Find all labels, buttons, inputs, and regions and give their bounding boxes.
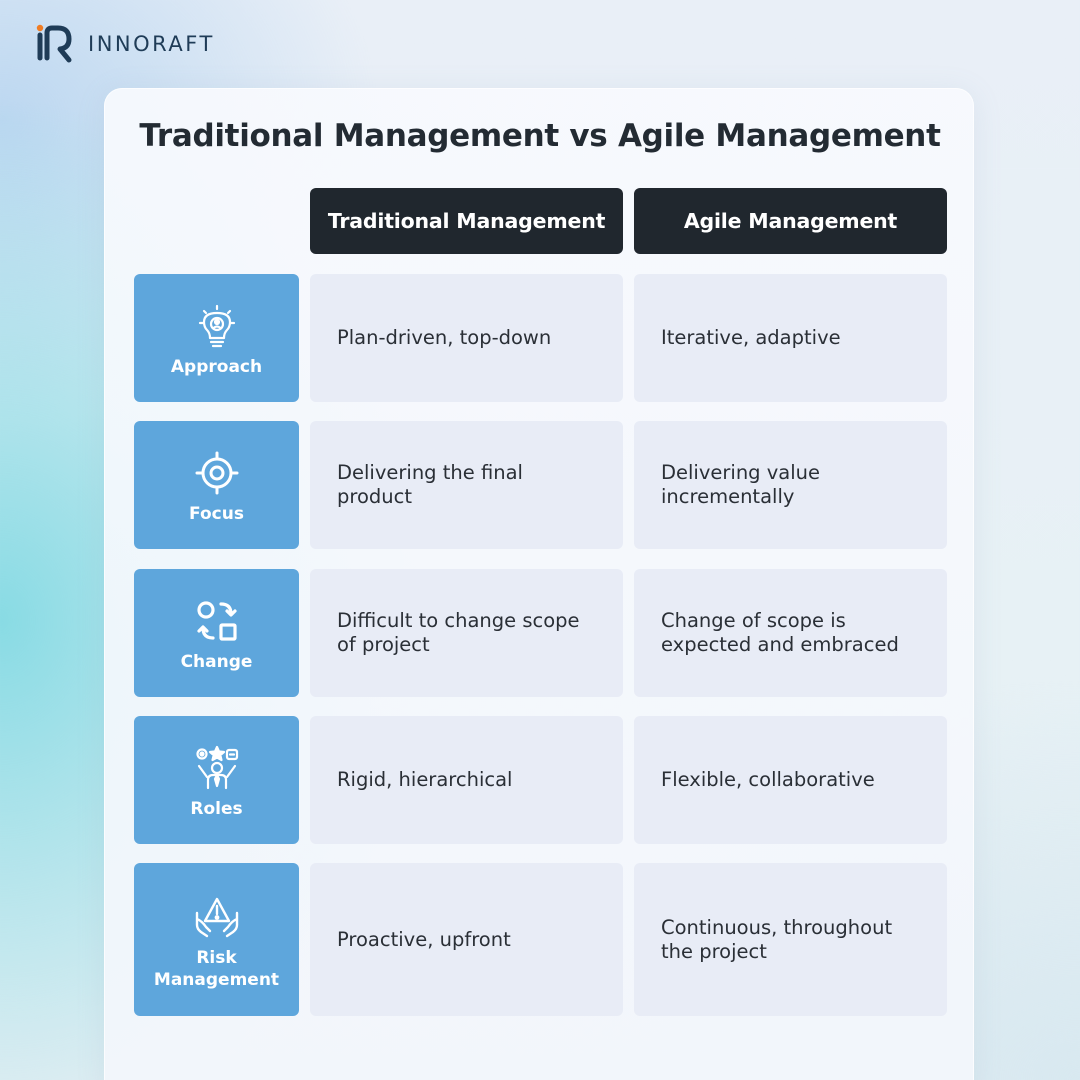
cell-text: Plan-driven, top-down <box>337 326 552 349</box>
column-header-traditional: Traditional Management <box>310 188 623 254</box>
cell-traditional-approach: Plan-driven, top-down <box>310 274 623 402</box>
cell-text: Delivering the final product <box>337 461 523 508</box>
page-title: Traditional Management vs Agile Manageme… <box>139 118 941 154</box>
cell-agile-focus: Delivering value incrementally <box>634 421 947 549</box>
cell-agile-change: Change of scope is expected and embraced <box>634 569 947 697</box>
row-label-roles: Roles <box>134 716 299 844</box>
cell-text: Change of scope is expected and embraced <box>661 609 899 656</box>
innoraft-logo-icon <box>36 24 72 63</box>
cell-text: Proactive, upfront <box>337 927 511 951</box>
cell-traditional-roles: Rigid, hierarchical <box>310 716 623 844</box>
row-label-text: Roles <box>190 799 243 819</box>
cell-text: Difficult to change scope of project <box>337 609 580 656</box>
target-icon <box>195 451 238 495</box>
cell-agile-risk-management: Continuous, throughout the project <box>634 863 947 1016</box>
cell-text: Rigid, hierarchical <box>337 768 513 791</box>
cell-text: Delivering value incrementally <box>661 461 821 508</box>
row-label-focus: Focus <box>134 421 299 549</box>
shapes-swap-icon <box>196 601 237 641</box>
brand-name: INNORAFT <box>88 32 215 56</box>
cell-traditional-change: Difficult to change scope of project <box>310 569 623 697</box>
cell-text: Continuous, throughout the project <box>661 915 893 963</box>
cell-traditional-risk-management: Proactive, upfront <box>310 863 623 1016</box>
cell-text: Flexible, collaborative <box>661 768 875 791</box>
person-roles-icon <box>195 745 238 790</box>
row-label-text: Risk Management <box>153 947 280 990</box>
row-label-text: Focus <box>189 504 244 524</box>
cell-agile-approach: Iterative, adaptive <box>634 274 947 402</box>
lightbulb-gear-icon <box>198 304 235 348</box>
row-label-text: Change <box>180 652 253 672</box>
cell-traditional-focus: Delivering the final product <box>310 421 623 549</box>
row-label-change: Change <box>134 569 299 697</box>
hands-warning-icon <box>195 897 238 937</box>
cell-agile-roles: Flexible, collaborative <box>634 716 947 844</box>
brand-logo: INNORAFT <box>36 24 215 64</box>
column-header-agile: Agile Management <box>634 188 947 254</box>
row-label-risk-management: Risk Management <box>134 863 299 1016</box>
row-label-text: Approach <box>170 357 263 377</box>
row-label-approach: Approach <box>134 274 299 402</box>
cell-text: Iterative, adaptive <box>661 326 841 349</box>
